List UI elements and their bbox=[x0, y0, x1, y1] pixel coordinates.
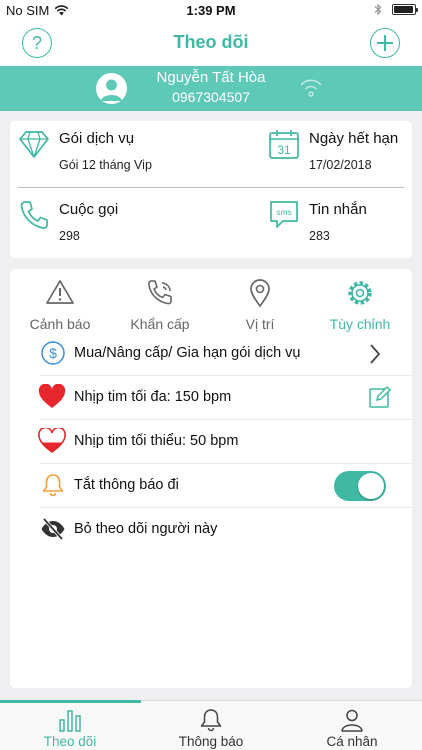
setting-label: Nhịp tim tối thiểu: 50 bpm bbox=[74, 433, 239, 449]
setting-upgrade-package[interactable]: $ Mua/Nâng cấp/ Gia hạn gói dịch vụ bbox=[40, 332, 412, 376]
setting-max-heart-rate[interactable]: Nhịp tim tối đa: 150 bpm bbox=[38, 376, 412, 420]
status-bar: No SIM 1:39 PM bbox=[0, 0, 422, 20]
page-title: Theo dõi bbox=[173, 32, 249, 52]
eye-off-icon bbox=[41, 517, 65, 541]
bottom-tab-ca-nhan[interactable]: Cá nhân bbox=[282, 701, 422, 750]
expiry-label: Ngày hết hạn bbox=[309, 130, 399, 147]
tab-canh-bao[interactable]: Cảnh báo bbox=[10, 269, 110, 332]
sms-icon-text: sms bbox=[276, 207, 292, 217]
settings-card: Cảnh báo Khẩn cấp Vị trí Tùy chỉnh $ Mua… bbox=[10, 269, 412, 688]
gear-icon bbox=[348, 281, 372, 305]
location-pin-icon bbox=[250, 279, 270, 308]
plus-icon bbox=[377, 35, 393, 51]
toggle-knob bbox=[358, 473, 384, 499]
tab-label: Cảnh báo bbox=[29, 316, 91, 332]
setting-label: Tắt thông báo đi bbox=[74, 477, 179, 493]
expiry-cell: 31 Ngày hết hạn 17/02/2018 bbox=[268, 128, 408, 183]
tab-vi-tri[interactable]: Vị trí bbox=[210, 269, 310, 332]
bottom-tab-thong-bao[interactable]: Thông báo bbox=[141, 701, 281, 750]
profile-bar[interactable]: Nguyễn Tất Hòa 0967304507 bbox=[0, 66, 422, 111]
info-card: Gói dịch vụ Gói 12 tháng Vip 31 Ngày hết… bbox=[10, 121, 412, 258]
svg-text:$: $ bbox=[49, 345, 57, 361]
calendar-icon: 31 bbox=[269, 130, 299, 159]
setting-min-heart-rate[interactable]: Nhịp tim tối thiểu: 50 bpm bbox=[38, 420, 412, 464]
signal-icon bbox=[300, 79, 322, 97]
bluetooth-icon bbox=[374, 3, 382, 16]
setting-mute-notifications[interactable]: Tắt thông báo đi bbox=[40, 464, 412, 508]
sms-label: Tin nhắn bbox=[309, 201, 367, 218]
heart-half-icon bbox=[38, 428, 66, 454]
warning-icon bbox=[46, 280, 74, 304]
chart-bars-icon bbox=[59, 710, 81, 732]
tab-label: Khẩn cấp bbox=[130, 316, 190, 332]
bell-icon bbox=[42, 474, 64, 497]
package-label: Gói dịch vụ bbox=[59, 130, 135, 147]
divider bbox=[18, 187, 404, 188]
calls-value: 298 bbox=[59, 229, 80, 243]
battery-icon bbox=[392, 4, 418, 15]
bottom-tab-label: Theo dõi bbox=[43, 734, 97, 749]
bottom-tab-label: Thông báo bbox=[178, 734, 244, 749]
bottom-tab-bar: Theo dõi Thông báo Cá nhân bbox=[0, 700, 422, 750]
calls-label: Cuộc gọi bbox=[59, 201, 119, 218]
package-cell: Gói dịch vụ Gói 12 tháng Vip bbox=[18, 128, 258, 183]
tab-khan-cap[interactable]: Khẩn cấp bbox=[110, 269, 210, 332]
bottom-tab-theo-doi[interactable]: Theo dõi bbox=[0, 701, 140, 750]
calls-cell: Cuộc gọi 298 bbox=[18, 199, 258, 254]
calendar-day: 31 bbox=[277, 143, 291, 157]
status-right bbox=[374, 3, 418, 16]
heart-filled-icon bbox=[38, 384, 66, 408]
diamond-icon bbox=[19, 131, 49, 158]
setting-label: Nhịp tim tối đa: 150 bpm bbox=[74, 389, 232, 405]
add-button[interactable] bbox=[370, 28, 400, 58]
sms-icon: sms bbox=[270, 201, 298, 228]
bottom-tab-label: Cá nhân bbox=[326, 734, 378, 749]
setting-label: Mua/Nâng cấp/ Gia hạn gói dịch vụ bbox=[74, 345, 301, 361]
chevron-right-icon[interactable] bbox=[368, 342, 382, 366]
dollar-icon: $ bbox=[41, 341, 65, 365]
setting-label: Bỏ theo dõi người này bbox=[74, 521, 218, 537]
status-time: 1:39 PM bbox=[186, 3, 236, 18]
profile-phone: 0967304507 bbox=[172, 89, 250, 105]
package-value: Gói 12 tháng Vip bbox=[59, 158, 152, 172]
expiry-value: 17/02/2018 bbox=[309, 158, 372, 172]
tab-label: Tùy chỉnh bbox=[329, 316, 391, 332]
sms-cell: sms Tin nhắn 283 bbox=[268, 199, 408, 254]
edit-icon[interactable] bbox=[368, 385, 392, 409]
profile-name: Nguyễn Tất Hòa bbox=[156, 69, 266, 86]
person-icon bbox=[341, 709, 363, 732]
sms-value: 283 bbox=[309, 229, 330, 243]
nav-bar: ? Theo dõi bbox=[0, 20, 422, 66]
emergency-phone-icon bbox=[148, 280, 172, 305]
mute-toggle[interactable] bbox=[334, 471, 386, 501]
bell-icon bbox=[200, 709, 222, 732]
tab-label: Vị trí bbox=[245, 316, 275, 332]
tab-tuy-chinh[interactable]: Tùy chỉnh bbox=[310, 269, 410, 332]
phone-icon bbox=[20, 201, 48, 229]
setting-unfollow[interactable]: Bỏ theo dõi người này bbox=[40, 508, 412, 552]
